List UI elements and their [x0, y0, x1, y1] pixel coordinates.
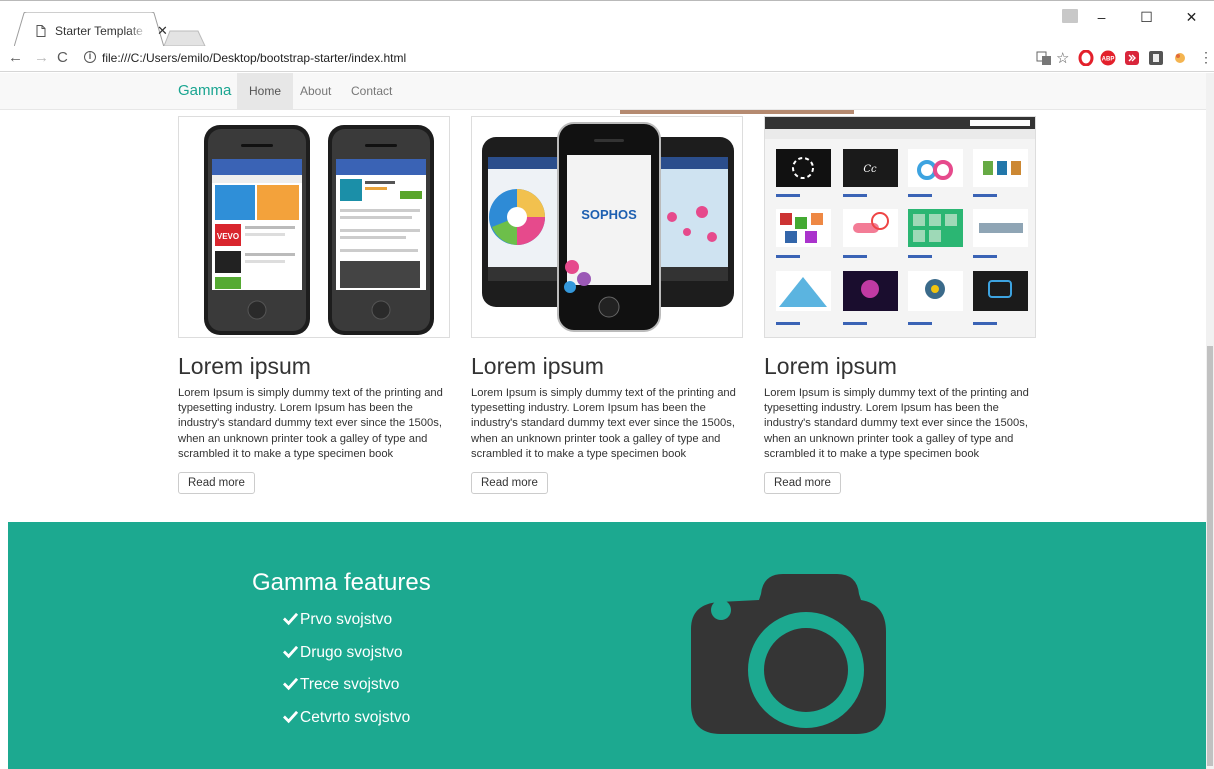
url-text[interactable]: file:///C:/Users/emilo/Desktop/bootstrap…	[102, 51, 406, 65]
site-navbar: Gamma Home About Contact	[0, 73, 1206, 110]
opera-icon[interactable]	[1078, 50, 1094, 66]
browser-tab[interactable]: Starter Template for Bootstrap ✕	[14, 12, 168, 47]
nav-link-home[interactable]: Home	[237, 73, 294, 109]
menu-icon[interactable]: ⋮	[1199, 49, 1214, 65]
scrollbar-thumb[interactable]	[1207, 346, 1213, 766]
navbar-brand[interactable]: Gamma	[178, 82, 231, 99]
hero-image-edge	[620, 110, 854, 114]
star-icon[interactable]: ☆	[1056, 49, 1072, 67]
reload-icon[interactable]: C	[57, 50, 68, 66]
feature-label: Drugo svojstvo	[300, 643, 403, 661]
check-icon	[283, 710, 298, 723]
card-heading: Lorem ipsum	[178, 353, 311, 379]
nav-link-contact[interactable]: Contact	[339, 73, 404, 109]
card-image-sophos-phones: SOPHOS	[471, 116, 743, 338]
card-text: Lorem Ipsum is simply dummy text of the …	[764, 387, 1029, 460]
feature-item: Prvo svojstvo	[283, 611, 410, 644]
page-scrollbar[interactable]	[1206, 73, 1214, 769]
camera-icon	[691, 574, 886, 734]
card-heading: Lorem ipsum	[471, 353, 604, 379]
read-more-button[interactable]: Read more	[764, 472, 841, 495]
feature-label: Cetvrto svojstvo	[300, 708, 411, 726]
feature-item: Drugo svojstvo	[283, 644, 410, 677]
info-icon[interactable]: i	[84, 51, 96, 63]
page-viewport: Gamma Home About Contact VEVO Lorem ipsu…	[0, 73, 1214, 769]
adblock-icon[interactable]: ABP	[1100, 50, 1116, 66]
address-bar: ← → C i file:///C:/Users/emilo/Desktop/b…	[0, 46, 1214, 72]
svg-text:Cc: Cc	[863, 164, 877, 175]
feature-item: Cetvrto svojstvo	[283, 709, 410, 742]
ext-icon[interactable]	[1124, 50, 1140, 66]
check-icon	[283, 677, 298, 691]
window-controls: – ☐ ✕	[1062, 1, 1214, 33]
nav-link-about[interactable]: About	[288, 73, 343, 109]
features-heading: Gamma features	[252, 569, 431, 596]
card-1: VEVO Lorem ipsum Lorem Ipsum is simply d…	[178, 116, 450, 495]
forward-icon[interactable]: →	[34, 50, 49, 66]
ext3-icon[interactable]	[1172, 50, 1188, 66]
translate-icon[interactable]	[1036, 50, 1052, 66]
card-heading: Lorem ipsum	[764, 353, 897, 379]
read-more-button[interactable]: Read more	[471, 472, 548, 495]
card-2: SOPHOS Lorem ipsum Lorem Ipsum is simply…	[471, 116, 743, 495]
card-text: Lorem Ipsum is simply dummy text of the …	[178, 387, 443, 460]
check-icon	[283, 612, 298, 626]
card-text: Lorem Ipsum is simply dummy text of the …	[471, 387, 736, 460]
omnibox[interactable]: i file:///C:/Users/emilo/Desktop/bootstr…	[80, 49, 1035, 69]
card-image-two-phones: VEVO	[178, 116, 450, 338]
feature-item: Trece svojstvo	[283, 676, 410, 709]
svg-text:ABP: ABP	[1102, 57, 1115, 63]
card-image-gallery-grid: Cc	[764, 116, 1036, 338]
features-list: Prvo svojstvo Drugo svojstvo Trece svojs…	[283, 611, 410, 741]
browser-tabstrip: Starter Template for Bootstrap ✕ – ☐ ✕	[0, 0, 1214, 47]
ext2-icon[interactable]	[1148, 50, 1164, 66]
feature-label: Prvo svojstvo	[300, 611, 393, 628]
features-section: Gamma features Prvo svojstvo Drugo svojs…	[8, 522, 1206, 769]
card-3: Cc Lorem ipsum Lorem Ipsum is simply dum…	[764, 116, 1036, 495]
check-icon	[283, 645, 298, 658]
minimize-button[interactable]: –	[1079, 1, 1124, 33]
maximize-button[interactable]: ☐	[1124, 1, 1169, 33]
new-tab-button[interactable]	[164, 30, 206, 47]
profile-icon[interactable]	[1062, 9, 1078, 23]
tab-title: Starter Template for Bootstrap	[55, 24, 147, 38]
back-icon[interactable]: ←	[8, 50, 23, 66]
read-more-button[interactable]: Read more	[178, 472, 255, 495]
feature-label: Trece svojstvo	[300, 676, 400, 693]
window-close-button[interactable]: ✕	[1169, 1, 1214, 33]
sophos-logo-text: SOPHOS	[581, 207, 637, 222]
page-icon	[36, 25, 46, 37]
svg-text:VEVO: VEVO	[217, 232, 239, 241]
